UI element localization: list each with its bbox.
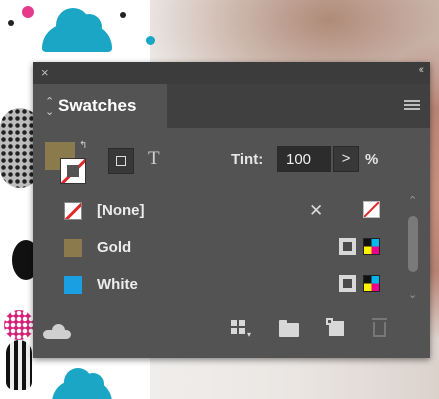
formatting-affects-container-button[interactable]	[108, 148, 134, 174]
tint-slider-button[interactable]: >	[333, 146, 359, 172]
chevron-up-icon[interactable]: ⌃	[408, 194, 417, 207]
stroke-swatch[interactable]	[60, 158, 86, 184]
swatch-name: White	[97, 276, 138, 293]
gold-swatch-chip	[64, 239, 82, 257]
cloud-decoration	[42, 8, 112, 52]
dot-decoration	[146, 36, 155, 45]
tint-input[interactable]	[277, 146, 331, 172]
tint-label: Tint:	[231, 151, 264, 168]
cloud-decoration	[52, 368, 112, 399]
list-item[interactable]: [None] ✕	[33, 192, 403, 229]
scroll-thumb[interactable]	[408, 216, 418, 272]
white-swatch-chip	[64, 276, 82, 294]
tab-swatches[interactable]: ⌃ ⌄ Swatches	[33, 84, 167, 128]
dot-decoration	[8, 20, 14, 26]
collapse-icon[interactable]: ‹‹	[419, 64, 425, 76]
chevron-down-icon[interactable]: ▾	[247, 330, 251, 339]
swatch-name: Gold	[97, 239, 132, 256]
swatches-panel: × ‹‹ ⌃⌄ Swatches ↰ T Tint: > % [None] ✕ …	[33, 62, 430, 358]
show-swatch-kinds-icon[interactable]	[231, 320, 247, 336]
list-item[interactable]: Gold	[33, 229, 403, 266]
panel-toolbar: ▾	[33, 306, 430, 358]
cmyk-mode-icon	[363, 275, 380, 292]
list-item[interactable]: White	[33, 266, 403, 303]
balloon-decoration	[6, 340, 32, 390]
tint-unit: %	[365, 151, 379, 168]
swatch-name: [None]	[97, 202, 145, 219]
panel-menu-icon[interactable]	[404, 100, 420, 112]
delete-swatch-icon[interactable]	[372, 318, 387, 337]
spot-color-icon	[339, 238, 356, 255]
tab-expand-icon[interactable]: ⌃ ⌄	[45, 97, 54, 118]
cmyk-mode-icon	[363, 238, 380, 255]
tab-label: Swatches	[58, 96, 137, 115]
chevron-down-icon[interactable]: ⌄	[408, 288, 417, 301]
close-icon[interactable]: ×	[41, 65, 49, 81]
cc-libraries-icon[interactable]	[43, 324, 71, 339]
new-swatch-icon[interactable]	[326, 318, 344, 336]
dot-decoration	[120, 12, 126, 18]
formatting-affects-text-button[interactable]: T	[148, 148, 160, 170]
swatch-list: [None] ✕ Gold White	[33, 192, 403, 306]
spot-color-icon	[339, 275, 356, 292]
non-editable-icon: ✕	[309, 201, 324, 220]
dot-decoration	[22, 6, 34, 18]
container-icon	[116, 156, 126, 166]
panel-titlebar[interactable]: × ‹‹	[33, 62, 430, 84]
swap-fill-stroke-icon[interactable]: ↰	[79, 140, 87, 151]
none-swatch-chip	[64, 202, 82, 220]
new-color-group-icon[interactable]	[279, 320, 299, 337]
none-type-icon	[363, 201, 380, 218]
pink-circle-decoration	[4, 310, 34, 340]
scrollbar[interactable]: ⌃ ⌄	[405, 194, 421, 304]
